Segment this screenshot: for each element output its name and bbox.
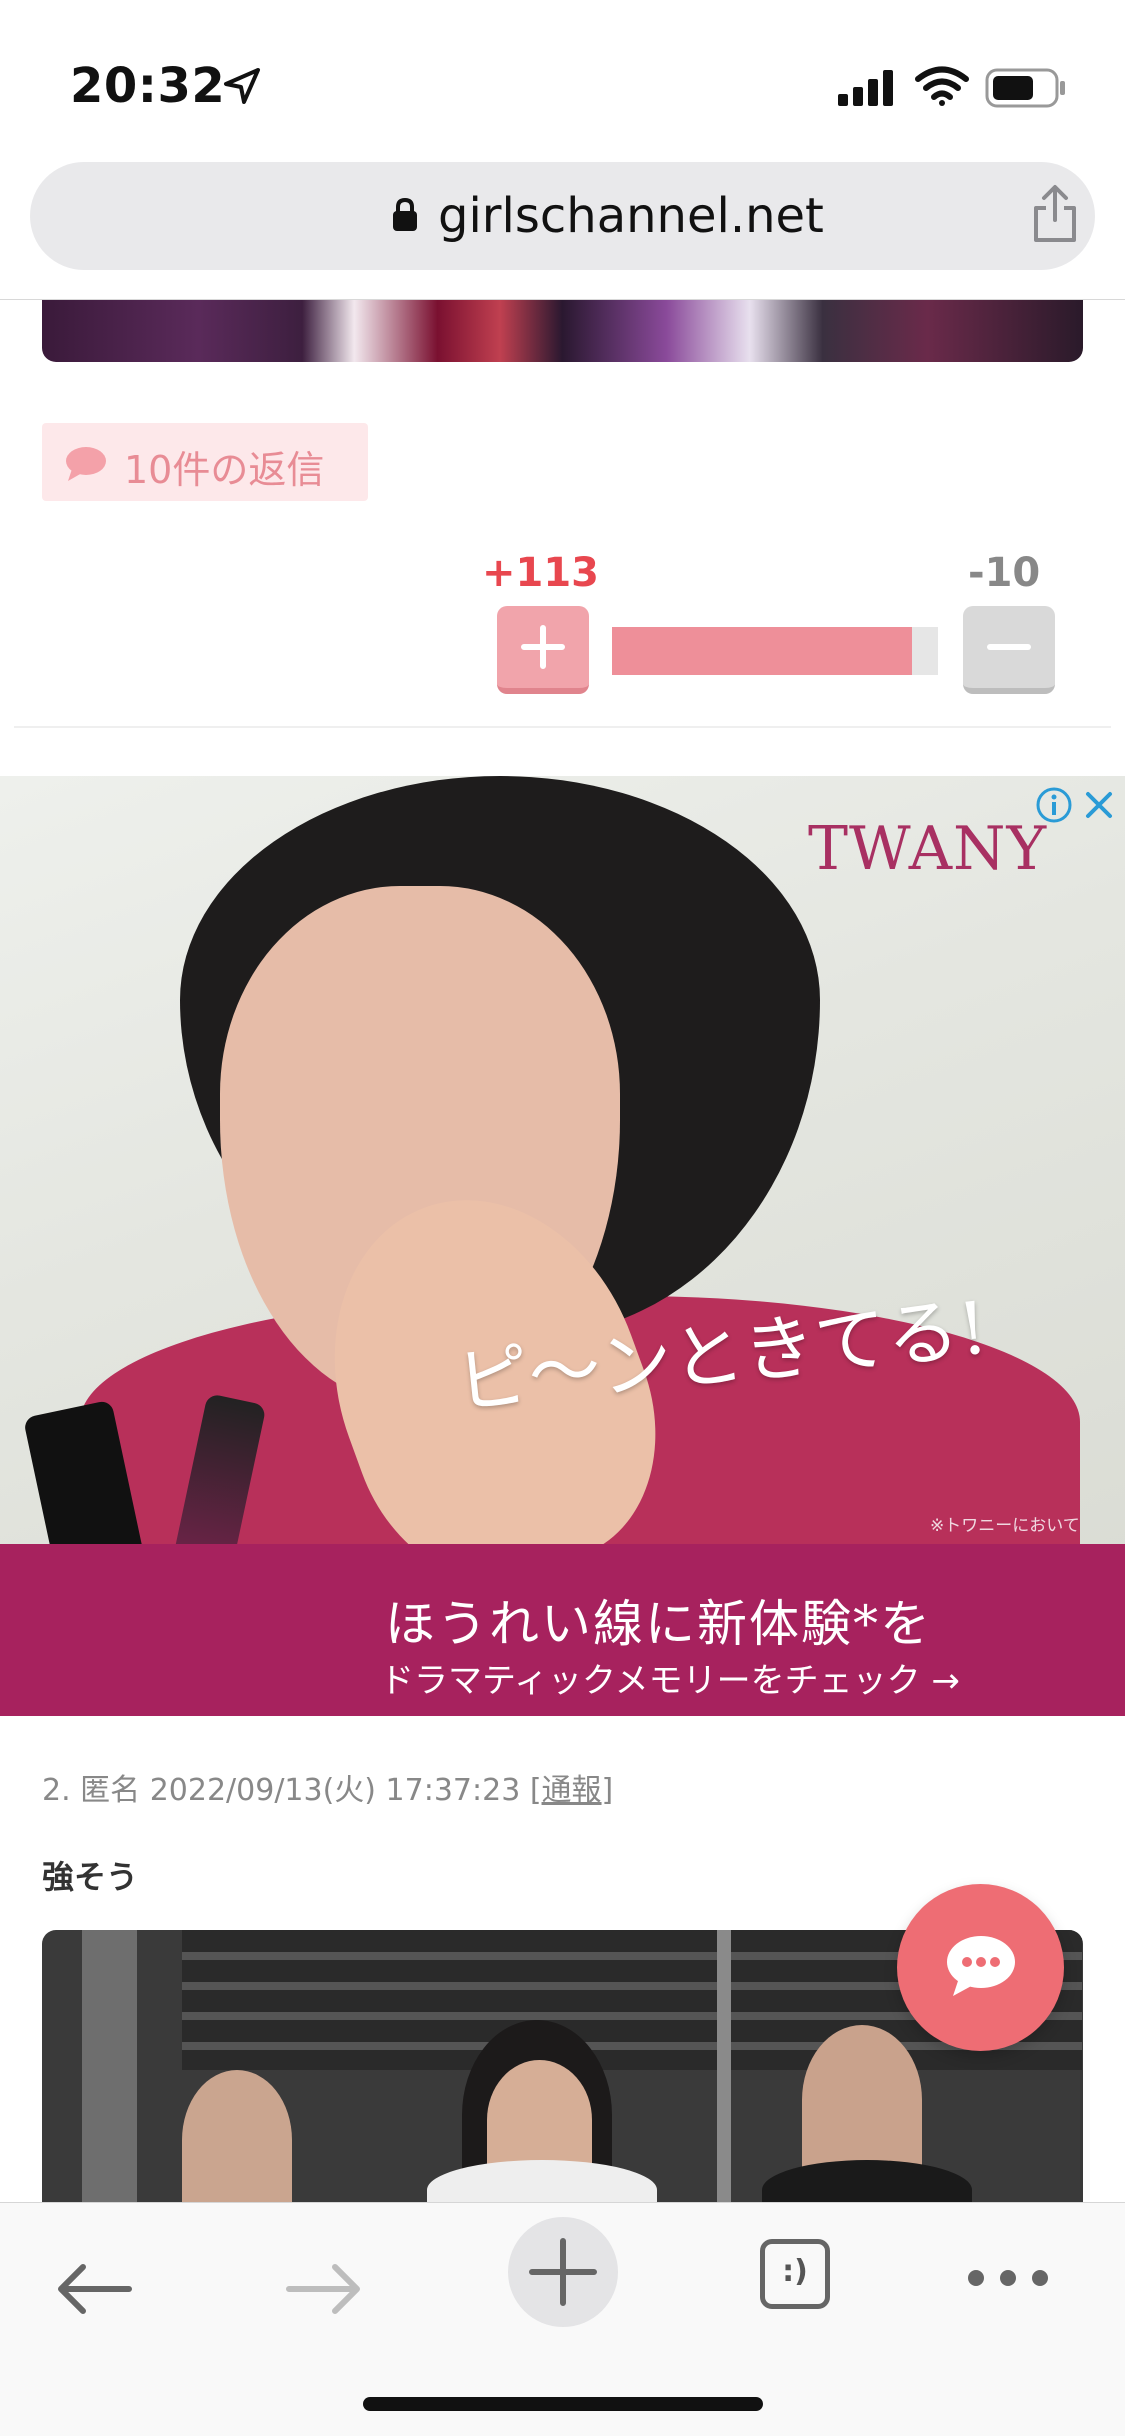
forward-arrow-icon[interactable] — [285, 2261, 363, 2317]
chat-bubble-icon — [947, 1936, 1015, 1996]
plus-icon — [521, 625, 565, 669]
ad-close-icon[interactable] — [1080, 786, 1118, 824]
address-bar[interactable]: girlschannel.net — [30, 162, 1095, 270]
share-icon[interactable] — [1030, 184, 1080, 244]
comment-body: 強そう — [42, 1858, 139, 1896]
replies-button[interactable]: 10件の返信 — [42, 423, 368, 501]
battery-icon — [985, 68, 1065, 108]
vote-ratio-fill — [612, 627, 912, 675]
speech-bubble-icon — [66, 447, 106, 481]
new-tab-button[interactable] — [508, 2217, 618, 2327]
location-arrow-icon — [224, 68, 260, 104]
tabs-icon: :) — [782, 2254, 808, 2289]
vote-plus-count: +113 — [482, 550, 600, 596]
advertisement-banner[interactable]: TWANY ピ〜ンときてる! ※トワニーにおいて ほうれい線に新体験*を ドラマ… — [0, 776, 1125, 1716]
home-indicator — [363, 2397, 763, 2411]
comment-meta-info: 2. 匿名 2022/09/13(火) 17:37:23 [ — [42, 1773, 542, 1808]
comment-meta: 2. 匿名 2022/09/13(火) 17:37:23 [通報] — [42, 1765, 613, 1809]
vote-plus-button[interactable] — [497, 606, 589, 694]
photo-pillar — [717, 1930, 731, 2202]
status-bar: 20:32 — [0, 0, 1125, 150]
vote-ratio-bar — [612, 627, 938, 675]
lock-icon — [393, 198, 417, 231]
report-link[interactable]: 通報 — [542, 1773, 602, 1808]
ad-headline: ほうれい線に新体験*を — [385, 1595, 932, 1653]
photo-person — [802, 2025, 922, 2175]
ad-footnote: ※トワニーにおいて — [930, 1516, 1080, 1536]
status-time: 20:32 — [70, 58, 226, 114]
vote-minus-button[interactable] — [963, 606, 1055, 694]
post-comment-fab[interactable] — [897, 1884, 1064, 2051]
wifi-icon — [915, 66, 969, 106]
photo-person — [182, 2070, 292, 2202]
cellular-signal-icon — [838, 70, 893, 106]
more-dots-icon[interactable] — [966, 2267, 1050, 2289]
ad-cta-text[interactable]: ドラマティックメモリーをチェック → — [380, 1653, 960, 1702]
comment-divider — [14, 726, 1111, 728]
url-text[interactable]: girlschannel.net — [438, 188, 824, 244]
new-tab-plus-icon — [529, 2238, 597, 2306]
ad-info-icon[interactable] — [1035, 786, 1073, 824]
replies-label: 10件の返信 — [124, 448, 325, 492]
minus-icon — [987, 644, 1031, 650]
back-arrow-icon[interactable] — [55, 2261, 133, 2317]
ad-brand-logo: TWANY — [808, 814, 1048, 884]
comment-image-cropped[interactable] — [42, 300, 1083, 362]
photo-pillar — [82, 1930, 137, 2202]
photo-person — [762, 2160, 972, 2202]
comment-meta-bracket: ] — [601, 1773, 614, 1808]
tabs-button[interactable]: :) — [760, 2239, 830, 2309]
vote-minus-count: -10 — [968, 550, 1041, 596]
